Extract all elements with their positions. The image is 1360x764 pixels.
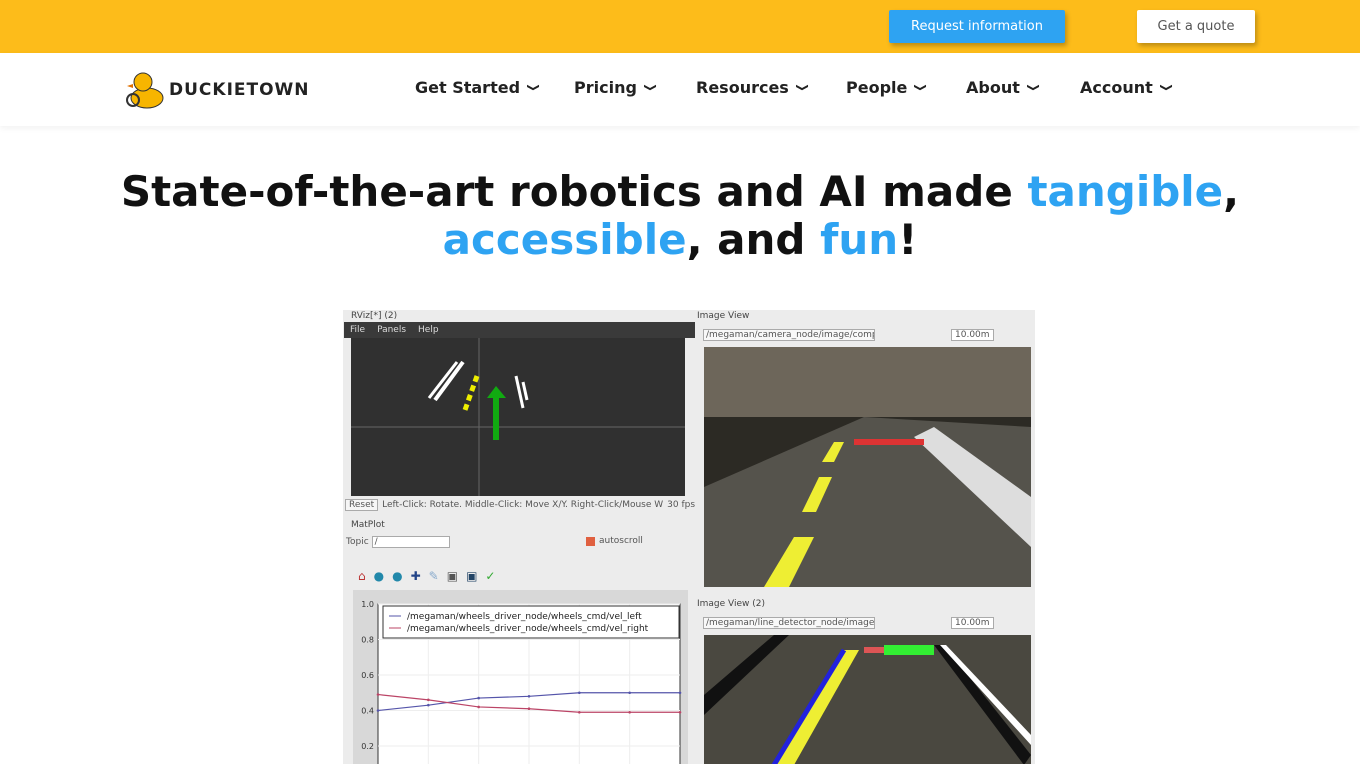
camera-image <box>704 347 1031 587</box>
image-topic-select[interactable]: /megaman/camera_node/image/comp <box>703 329 875 341</box>
nav-account[interactable]: Account ❯ <box>1080 78 1173 97</box>
y-tick-label: 0.6 <box>361 671 374 680</box>
menu-panels: Panels <box>377 325 407 335</box>
top-bar: Request information Get a quote <box>0 0 1360 53</box>
menu-file: File <box>350 325 366 335</box>
data-point <box>376 693 380 696</box>
wheel-velocity-chart: 1.0 0.8 0.6 0.4 0.2/megaman/wheels_driver_no… <box>353 590 688 764</box>
duck-logo-icon <box>126 72 164 109</box>
autoscroll-checkbox[interactable] <box>586 536 595 546</box>
y-tick-label: 0.2 <box>361 742 374 751</box>
topic-input[interactable]: / <box>371 536 450 548</box>
check-icon[interactable]: ✓ <box>485 569 495 583</box>
logo-text: DUCKIETOWN <box>169 80 310 100</box>
nav-label: Account <box>1080 78 1153 97</box>
y-tick-label: 0.4 <box>361 707 374 716</box>
highlight-accessible: accessible <box>442 215 687 264</box>
chevron-down-icon: ❯ <box>526 83 540 92</box>
chevron-down-icon: ❯ <box>913 83 928 92</box>
data-point <box>477 696 480 700</box>
data-point <box>678 710 682 714</box>
y-tick-label: 0.8 <box>361 636 374 645</box>
image-view-2-controls: /megaman/line_detector_node/image 10.00m <box>703 617 994 629</box>
chevron-down-icon: ❯ <box>643 83 657 92</box>
forward-icon[interactable]: ● <box>392 569 402 583</box>
rviz-menubar: File Panels Help <box>344 322 695 338</box>
menu-help: Help <box>418 325 439 335</box>
nav-pricing[interactable]: Pricing ❯ <box>574 78 657 97</box>
nav-label: Pricing <box>574 78 637 97</box>
chevron-down-icon: ❯ <box>1159 83 1173 92</box>
nav-get-started[interactable]: Get Started ❯ <box>415 78 540 97</box>
image-view-title: Image View <box>697 311 750 321</box>
home-icon[interactable]: ⌂ <box>358 569 366 583</box>
time-input-2[interactable]: 10.00m <box>951 617 994 629</box>
data-point <box>376 709 380 712</box>
data-point <box>578 710 581 714</box>
chevron-down-icon: ❯ <box>795 83 809 92</box>
time-input[interactable]: 10.00m <box>951 329 994 341</box>
page-headline: State-of-the-art robotics and AI made ta… <box>0 168 1360 264</box>
autoscroll-row: autoscroll <box>586 536 643 546</box>
matplot-toolbar: ⌂ ● ● ✚ ✎ ▣ ▣ ✓ <box>358 569 495 583</box>
nav-label: Resources <box>696 78 789 97</box>
nav-about[interactable]: About ❯ <box>966 78 1040 97</box>
highlight-tangible: tangible <box>1027 167 1224 216</box>
data-point <box>427 703 430 707</box>
chevron-down-icon: ❯ <box>1026 83 1040 92</box>
topic-label: Topic <box>346 537 369 547</box>
nav-people[interactable]: People ❯ <box>846 78 928 97</box>
rviz-status-text: Left-Click: Rotate. Middle-Click: Move X… <box>382 500 664 510</box>
image-view-2-title: Image View (2) <box>697 599 766 609</box>
headline-text: State-of-the-art robotics and AI made <box>120 167 1028 216</box>
data-point <box>578 691 581 695</box>
line-detector-image <box>704 635 1031 764</box>
nav-label: People <box>846 78 908 97</box>
rviz-3d-view <box>351 338 685 496</box>
pan-icon[interactable]: ✚ <box>411 569 421 583</box>
reset-button[interactable]: Reset <box>345 499 379 511</box>
autoscroll-label: autoscroll <box>599 536 643 546</box>
request-information-button[interactable]: Request information <box>889 10 1065 43</box>
image-topic-select-2[interactable]: /megaman/line_detector_node/image <box>703 617 875 629</box>
matplot-title: MatPlot <box>351 520 385 530</box>
data-point <box>628 691 631 695</box>
data-point <box>527 695 531 698</box>
demo-screenshot: RViz[*] (2) File Panels Help Reset Left-Cl… <box>343 310 1035 764</box>
nav-label: Get Started <box>415 78 521 97</box>
data-point <box>628 710 631 714</box>
back-icon[interactable]: ● <box>374 569 384 583</box>
image-view-controls: /megaman/camera_node/image/comp 10.00m <box>703 329 994 341</box>
fps-readout: 30 fps <box>667 500 696 510</box>
configure-icon[interactable]: ▣ <box>447 569 458 583</box>
data-point <box>678 691 682 695</box>
highlight-fun: fun <box>820 215 899 264</box>
legend-label: /megaman/wheels_driver_node/wheels_cmd/v… <box>407 624 649 634</box>
y-tick-label: 1.0 <box>361 600 374 609</box>
legend-label: /megaman/wheels_driver_node/wheels_cmd/v… <box>407 612 642 622</box>
data-point <box>427 698 430 702</box>
logo[interactable]: DUCKIETOWN <box>125 70 310 110</box>
headline-text: ! <box>898 215 918 264</box>
headline-text: , <box>1223 167 1240 216</box>
data-point <box>477 705 480 709</box>
headline-text: , and <box>686 215 821 264</box>
save-icon[interactable]: ▣ <box>466 569 477 583</box>
nav-resources[interactable]: Resources ❯ <box>696 78 809 97</box>
nav-label: About <box>966 78 1020 97</box>
zoom-icon[interactable]: ✎ <box>429 569 439 583</box>
rviz-status: Reset Left-Click: Rotate. Middle-Click: … <box>345 499 695 511</box>
data-point <box>527 707 531 711</box>
get-quote-button[interactable]: Get a quote <box>1137 10 1255 43</box>
topic-row: Topic / <box>346 536 450 548</box>
